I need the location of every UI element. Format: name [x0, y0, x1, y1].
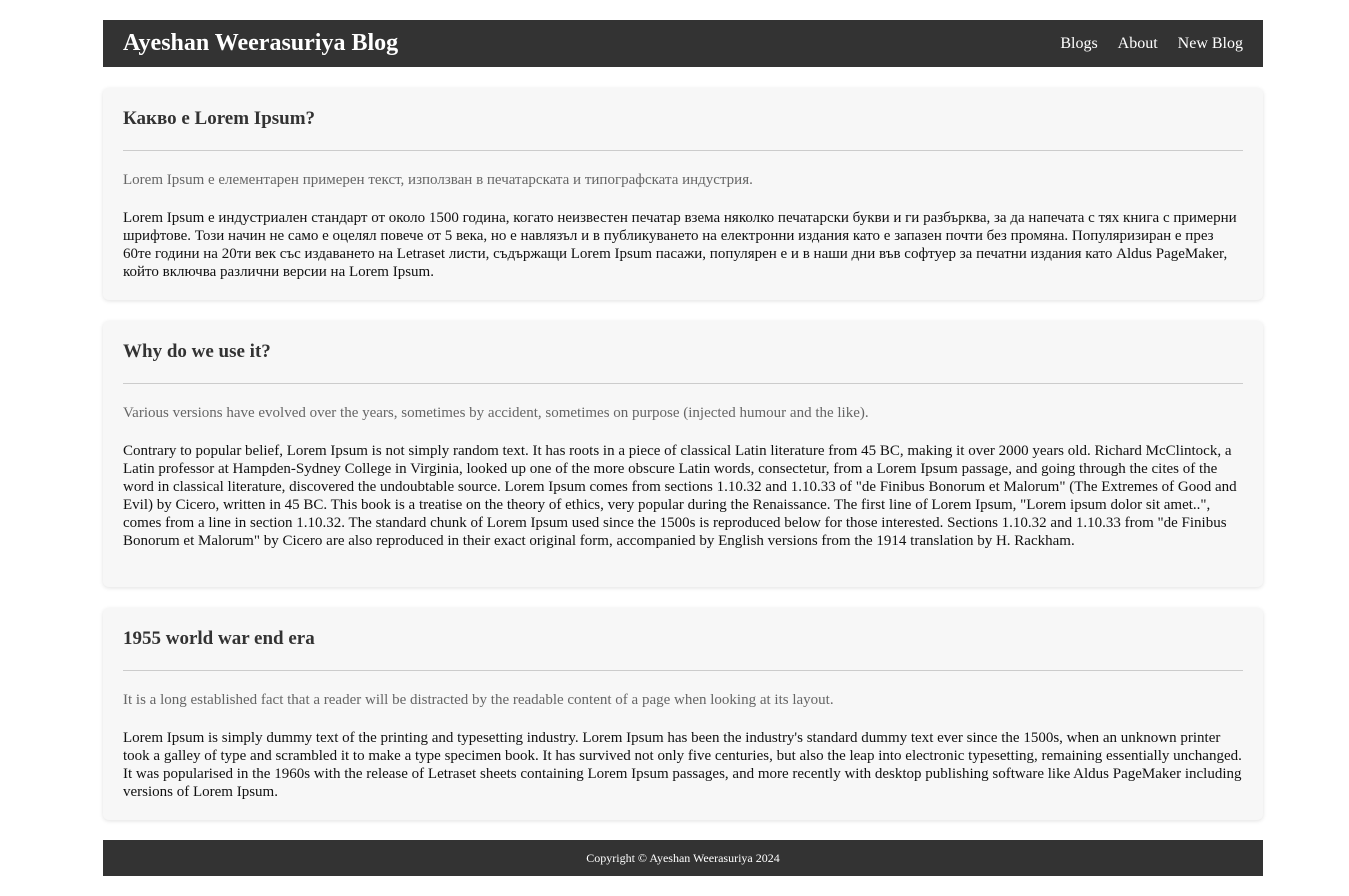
divider [123, 150, 1243, 151]
blog-post-body: Contrary to popular belief, Lorem Ipsum … [123, 443, 1237, 549]
blog-post-snippet: It is a long established fact that a rea… [123, 692, 834, 708]
blog-post-snippet: Various versions have evolved over the y… [123, 405, 869, 421]
divider [123, 670, 1243, 671]
footer-copyright: Copyright © Ayeshan Weerasuriya 2024 [586, 850, 780, 865]
main-nav: Blogs About New Blog [1060, 35, 1243, 53]
site-footer: Copyright © Ayeshan Weerasuriya 2024 [103, 840, 1263, 876]
blog-post-title[interactable]: 1955 world war end era [123, 628, 1243, 650]
site-brand[interactable]: Ayeshan Weerasuriya Blog [123, 30, 398, 57]
blog-post-card: Why do we use it? Various versions have … [103, 321, 1263, 587]
page-container: Ayeshan Weerasuriya Blog Blogs About New… [103, 20, 1263, 876]
site-header: Ayeshan Weerasuriya Blog Blogs About New… [103, 20, 1263, 67]
nav-link-about[interactable]: About [1118, 35, 1158, 53]
blog-post-title[interactable]: Why do we use it? [123, 341, 1243, 363]
blog-post-title[interactable]: Какво е Lorem Ipsum? [123, 108, 1243, 130]
blog-post-body: Lorem Ipsum е индустриален стандарт от о… [123, 210, 1237, 280]
nav-link-blogs[interactable]: Blogs [1060, 35, 1097, 53]
blog-post-card: 1955 world war end era It is a long esta… [103, 608, 1263, 820]
blog-post-snippet: Lorem Ipsum е елементарен примерен текст… [123, 172, 753, 188]
divider [123, 383, 1243, 384]
blog-post-card: Какво е Lorem Ipsum? Lorem Ipsum е елеме… [103, 88, 1263, 300]
nav-link-new-blog[interactable]: New Blog [1178, 35, 1243, 53]
blog-post-body: Lorem Ipsum is simply dummy text of the … [123, 730, 1242, 800]
